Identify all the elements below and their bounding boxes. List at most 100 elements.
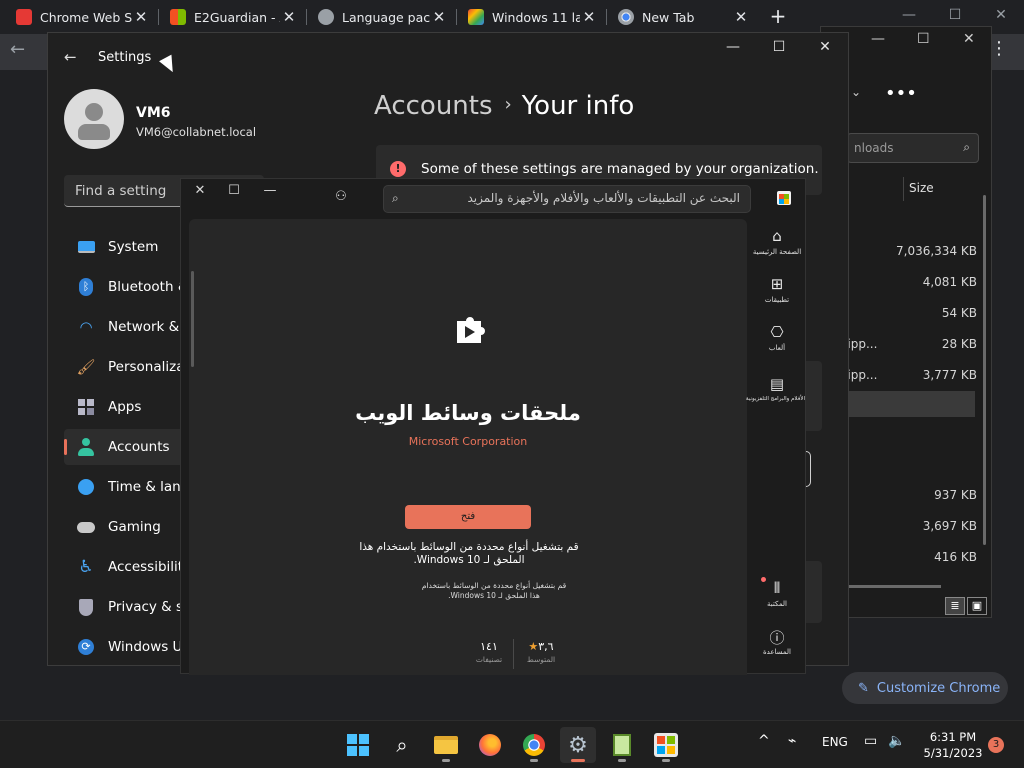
- app-title: ملحقات وسائط الويب: [355, 401, 581, 425]
- firefox-button[interactable]: [472, 727, 508, 763]
- reviews-stat: ١٤١ تصنيفات: [475, 640, 503, 664]
- display-icon[interactable]: ▭: [864, 733, 877, 749]
- rating-stat: ★٣,٦ المتوسط: [526, 640, 556, 664]
- chrome-menu-icon[interactable]: ⋮: [990, 38, 1008, 59]
- bluetooth-icon: ᛒ: [76, 277, 96, 297]
- apps-icon: [76, 397, 96, 417]
- microsoft-store-window: ✕ ☐ — ⚇ البحث عن التطبيقات والألعاب والأ…: [180, 178, 806, 675]
- store-nav-gaming[interactable]: ⎔ ألعاب: [749, 323, 805, 352]
- app-description: قم بتشغيل أنواع محددة من الوسائط باستخدا…: [359, 541, 579, 566]
- breadcrumb-parent[interactable]: Accounts: [374, 91, 493, 121]
- close-tab-icon[interactable]: ✕: [580, 8, 598, 26]
- film-icon: ▤: [769, 375, 785, 393]
- open-button[interactable]: فتح: [405, 505, 531, 529]
- store-nav-home[interactable]: ⌂ الصفحة الرئيسية: [749, 227, 805, 256]
- active-indicator: [64, 439, 67, 455]
- store-nav-library[interactable]: ⫴ المكتبة: [749, 579, 805, 608]
- browser-back-icon[interactable]: ←: [10, 39, 25, 60]
- network-status-icon[interactable]: ⌁: [788, 733, 796, 749]
- page-title: Your info: [521, 91, 635, 121]
- breadcrumb: Accounts › Your info: [374, 91, 634, 121]
- notepad-icon: [613, 734, 631, 756]
- more-options-icon[interactable]: •••: [885, 83, 917, 104]
- store-minimize-button[interactable]: —: [255, 183, 285, 205]
- store-close-button[interactable]: ✕: [185, 183, 215, 205]
- explorer-close-button[interactable]: ✕: [963, 31, 975, 47]
- store-search-input[interactable]: البحث عن التطبيقات والألعاب والأفلام وال…: [383, 185, 751, 213]
- gamepad-icon: [76, 517, 96, 537]
- tab-new-tab[interactable]: New Tab ✕: [606, 4, 756, 30]
- app-description-small: قم بتشغيل أنواع محددة من الوسائط باستخدا…: [421, 581, 567, 600]
- library-icon: ⫴: [773, 579, 781, 597]
- column-header-size[interactable]: Size: [909, 181, 934, 195]
- search-button[interactable]: ⌕: [384, 727, 420, 763]
- home-icon: ⌂: [772, 227, 782, 245]
- language-indicator[interactable]: ENG: [822, 735, 848, 749]
- back-arrow-icon[interactable]: ←: [64, 48, 77, 66]
- store-nav-help[interactable]: ⓘ المساعدة: [749, 627, 805, 656]
- tab-language-packs[interactable]: Language packs ✕: [306, 4, 454, 30]
- wifi-icon: ◠: [79, 318, 93, 336]
- tab-e2guardian[interactable]: E2Guardian - Access ✕: [158, 4, 304, 30]
- close-tab-icon[interactable]: ✕: [132, 8, 150, 26]
- star-icon: ★: [528, 640, 539, 653]
- store-maximize-button[interactable]: ☐: [219, 183, 249, 205]
- brush-icon: 🖌: [76, 358, 96, 376]
- accessibility-icon: ♿: [78, 557, 94, 577]
- chrome-icon: [618, 9, 634, 25]
- settings-close-button[interactable]: ✕: [802, 39, 848, 61]
- settings-maximize-button[interactable]: ☐: [756, 39, 802, 61]
- account-icon[interactable]: ⚇: [333, 189, 349, 205]
- close-tab-icon[interactable]: ✕: [430, 8, 448, 26]
- show-hidden-icons-button[interactable]: ^: [758, 733, 770, 749]
- settings-minimize-button[interactable]: —: [710, 39, 756, 61]
- mouse-cursor: [159, 54, 179, 76]
- tab-chrome-web-store[interactable]: Chrome Web Store ✕: [4, 4, 156, 30]
- clock[interactable]: 6:31 PM 5/31/2023: [918, 729, 988, 761]
- chevron-right-icon: ›: [504, 94, 512, 115]
- start-button[interactable]: [340, 727, 376, 763]
- file-explorer-button[interactable]: [428, 727, 464, 763]
- explorer-minimize-button[interactable]: —: [871, 31, 885, 47]
- customize-chrome-button[interactable]: ✎ Customize Chrome: [842, 672, 1008, 704]
- notepad-button[interactable]: [604, 727, 640, 763]
- gear-icon: ⚙: [568, 732, 588, 758]
- publisher-link[interactable]: Microsoft Corporation: [189, 435, 747, 448]
- explorer-search-input[interactable]: nloads ⌕: [847, 133, 979, 163]
- panel-scrollbar[interactable]: [191, 271, 194, 367]
- app-detail-panel: ملحقات وسائط الويب Microsoft Corporation…: [189, 219, 747, 675]
- notification-badge[interactable]: 3: [988, 737, 1004, 753]
- person-icon: [76, 437, 96, 457]
- window-title: Settings: [98, 50, 152, 65]
- store-taskbar-button[interactable]: [648, 727, 684, 763]
- vertical-scrollbar[interactable]: [983, 195, 986, 545]
- info-warning-icon: !: [390, 161, 406, 177]
- details-view-icon[interactable]: ≣: [945, 597, 965, 615]
- apps-grid-icon: ⊞: [770, 275, 784, 293]
- help-icon: ⓘ: [769, 629, 785, 647]
- store-nav-apps[interactable]: ⊞ تطبيقات: [749, 275, 805, 304]
- tiles-view-icon[interactable]: ▣: [967, 597, 987, 615]
- avatar[interactable]: [64, 89, 124, 149]
- new-tab-button[interactable]: +: [766, 4, 790, 30]
- store-nav-movies[interactable]: ▤ الأفلام والبرامج التلفزيونية: [746, 375, 805, 402]
- pencil-icon: ✎: [858, 680, 869, 696]
- explorer-maximize-button[interactable]: ☐: [917, 31, 930, 47]
- chrome-button[interactable]: [516, 727, 552, 763]
- store-logo-icon: [777, 191, 791, 205]
- shield-icon: [76, 597, 96, 617]
- web-media-extensions-icon: [457, 317, 485, 343]
- volume-icon[interactable]: 🔈: [888, 733, 905, 749]
- close-tab-icon[interactable]: ✕: [732, 8, 750, 26]
- settings-taskbar-button[interactable]: ⚙: [560, 727, 596, 763]
- windows-logo-icon: [347, 734, 369, 756]
- close-tab-icon[interactable]: ✕: [280, 8, 298, 26]
- user-name: VM6: [136, 105, 171, 121]
- chevron-down-icon[interactable]: ⌄: [851, 85, 861, 99]
- user-email: VM6@collabnet.local: [136, 125, 257, 139]
- tab-windows-11-language[interactable]: Windows 11 language ✕: [456, 4, 604, 30]
- site-favicon-icon: [468, 9, 484, 25]
- store-bag-icon: [654, 733, 678, 757]
- search-icon: ⌕: [963, 140, 970, 154]
- search-icon: ⌕: [396, 733, 408, 757]
